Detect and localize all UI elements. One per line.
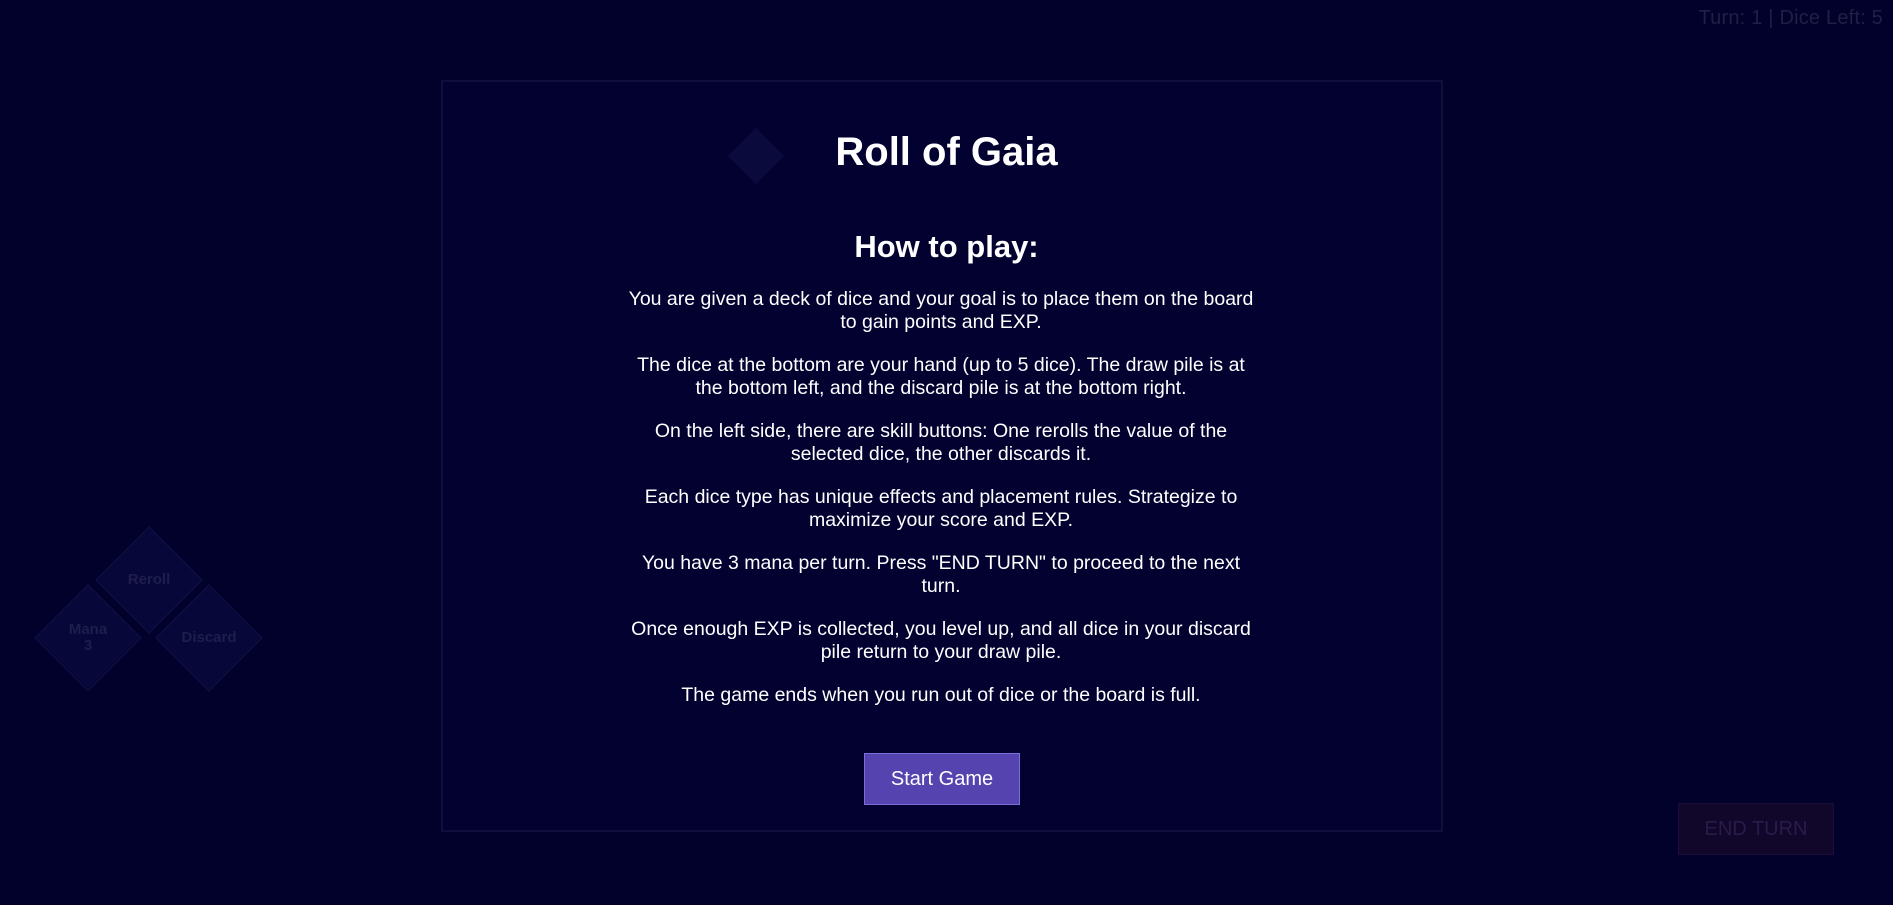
game-stage: Turn: 1 | Dice Left: 5 Reroll Mana 3 Dis…	[0, 0, 1893, 905]
discard-skill-label: Discard	[181, 629, 237, 646]
rules-list: You are given a deck of dice and your go…	[621, 288, 1261, 727]
rule-paragraph: Once enough EXP is collected, you level …	[631, 618, 1251, 663]
game-title: Roll of Gaia	[835, 130, 1058, 174]
rule-paragraph: The game ends when you run out of dice o…	[681, 684, 1201, 706]
status-separator: |	[1768, 7, 1774, 29]
rule-paragraph: The dice at the bottom are your hand (up…	[637, 354, 1245, 399]
start-game-button[interactable]: Start Game	[864, 753, 1020, 805]
dice-left-counter: Dice Left: 5	[1779, 7, 1883, 29]
turn-status: Turn: 1 | Dice Left: 5	[1698, 7, 1883, 30]
rule-paragraph: You have 3 mana per turn. Press "END TUR…	[641, 552, 1241, 597]
end-turn-button[interactable]: END TURN	[1678, 803, 1834, 855]
reroll-skill-label: Reroll	[127, 571, 171, 588]
rule-paragraph: You are given a deck of dice and your go…	[628, 288, 1254, 333]
mana-label: Mana	[68, 621, 108, 638]
mana-indicator-label: Mana 3	[38, 622, 138, 654]
rule-paragraph: Each dice type has unique effects and pl…	[644, 486, 1238, 531]
mana-value: 3	[83, 637, 93, 654]
rule-paragraph: On the left side, there are skill button…	[654, 420, 1228, 465]
how-to-play-heading: How to play:	[854, 229, 1039, 264]
turn-counter: Turn: 1	[1698, 7, 1763, 29]
